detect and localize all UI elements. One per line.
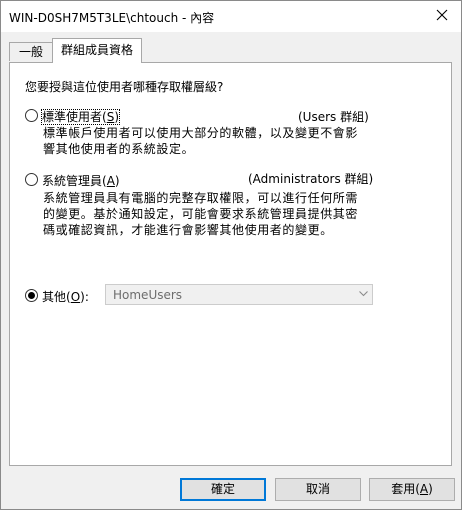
- radio-other[interactable]: [25, 289, 38, 302]
- administrator-group: (Administrators 群組): [248, 172, 374, 186]
- tab-general[interactable]: 一般: [9, 42, 53, 61]
- properties-dialog: WIN-D0SH7M5T3LE\chtouch - 內容 一般 群組成員資格 您…: [0, 0, 462, 510]
- other-group-value: HomeUsers: [113, 288, 183, 302]
- chevron-down-icon: [359, 291, 368, 297]
- radio-selected-dot: [28, 292, 35, 299]
- cancel-button[interactable]: 取消: [275, 478, 361, 501]
- other-label-suffix: :: [84, 290, 89, 304]
- administrator-label[interactable]: 系統管理員(A): [42, 172, 120, 189]
- apply-button[interactable]: 套用(A): [369, 478, 455, 501]
- radio-administrator[interactable]: [25, 173, 38, 186]
- standard-user-label[interactable]: 標準使用者(S): [40, 108, 121, 125]
- administrator-mnemonic: A: [106, 174, 115, 188]
- standard-user-description: 標準帳戶使用者可以使用大部分的軟體，以及變更不會影響其他使用者的系統設定。: [43, 126, 359, 156]
- window-title: WIN-D0SH7M5T3LE\chtouch - 內容: [9, 11, 215, 25]
- other-label[interactable]: 其他(O):: [42, 288, 89, 305]
- radio-standard-user[interactable]: [25, 109, 38, 122]
- administrator-label-text: 系統管理員: [42, 174, 103, 188]
- ok-button[interactable]: 確定: [180, 478, 266, 501]
- other-label-text: 其他: [42, 290, 67, 304]
- administrator-description: 系統管理員具有電腦的完整存取權限，可以進行任何所需的變更。基於通知設定，可能會要…: [43, 191, 359, 237]
- access-level-question: 您要授與這位使用者哪種存取權層級?: [25, 80, 224, 94]
- standard-user-group: (Users 群組): [298, 110, 369, 124]
- standard-user-label-text: 標準使用者: [42, 110, 103, 124]
- apply-button-label: 套用: [391, 482, 416, 496]
- title-bar[interactable]: WIN-D0SH7M5T3LE\chtouch - 內容: [1, 1, 461, 32]
- other-mnemonic: O: [70, 290, 81, 304]
- group-membership-panel: 您要授與這位使用者哪種存取權層級? 標準使用者(S) (Users 群組) 標準…: [9, 62, 452, 466]
- close-button[interactable]: [429, 4, 455, 26]
- standard-user-mnemonic: S: [106, 110, 115, 124]
- close-icon: [436, 9, 448, 21]
- apply-mnemonic: A: [419, 482, 429, 496]
- other-group-dropdown[interactable]: HomeUsers: [105, 284, 373, 305]
- tab-group-membership[interactable]: 群組成員資格: [52, 38, 142, 63]
